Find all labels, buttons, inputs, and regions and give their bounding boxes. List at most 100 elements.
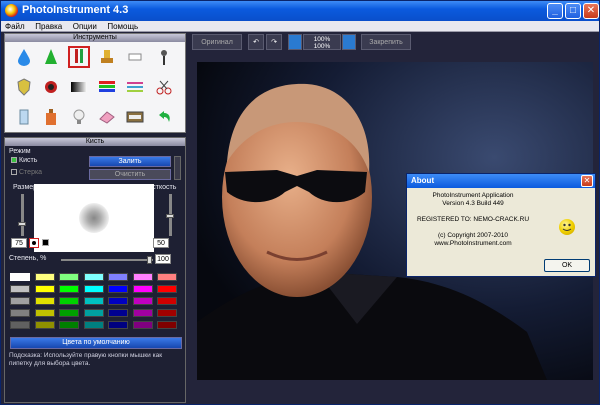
menu-file[interactable]: Файл (1, 21, 29, 32)
eraser-checkbox[interactable] (11, 169, 17, 176)
eye-icon[interactable] (40, 76, 62, 98)
stamp-icon[interactable] (96, 46, 118, 68)
color-swatch[interactable] (108, 285, 128, 293)
hardness-slider[interactable] (166, 194, 174, 236)
color-swatch[interactable] (108, 321, 128, 329)
eraser-icon[interactable] (124, 46, 146, 68)
color-swatch[interactable] (59, 321, 79, 329)
about-ok-button[interactable]: OK (544, 259, 590, 272)
color-swatch[interactable] (59, 309, 79, 317)
degree-value[interactable]: 100 (155, 254, 171, 264)
default-colors-button[interactable]: Цвета по умолчанию (10, 337, 182, 349)
fill-button[interactable]: Залить (89, 156, 171, 167)
menu-edit[interactable]: Правка (31, 21, 66, 32)
color-swatch[interactable] (108, 273, 128, 281)
gradient-icon[interactable] (68, 76, 90, 98)
brush-checkbox[interactable] (11, 157, 17, 164)
color-swatch[interactable] (83, 297, 104, 305)
tools-panel: Инструменты (4, 33, 186, 133)
color-swatch[interactable] (83, 321, 104, 329)
color-swatch[interactable] (10, 321, 30, 329)
size-value[interactable]: 75 (11, 238, 27, 248)
redo-button[interactable]: ↷ (266, 34, 282, 50)
color-swatch[interactable] (108, 297, 128, 305)
eraser-pink-icon[interactable] (96, 106, 118, 128)
undo-arrow-icon[interactable] (153, 106, 175, 128)
top-toolbar: Оригинал ↶ ↷ 100% 100% Закрепить (188, 33, 598, 51)
size-slider[interactable] (18, 194, 26, 236)
zoom-in-icon[interactable] (342, 34, 356, 50)
glass-icon[interactable] (13, 106, 35, 128)
lines-icon[interactable] (124, 76, 146, 98)
drop-icon[interactable] (13, 46, 35, 68)
color-swatch[interactable] (83, 309, 104, 317)
color-swatch[interactable] (34, 297, 55, 305)
text-box-icon[interactable] (124, 106, 146, 128)
bulb-icon[interactable] (68, 106, 90, 128)
color-swatch[interactable] (34, 309, 55, 317)
color-swatch[interactable] (157, 309, 177, 317)
black-square-icon[interactable] (42, 239, 49, 246)
menu-bar: Файл Правка Опции Помощь (1, 21, 599, 32)
hardness-value[interactable]: 50 (153, 238, 169, 248)
clear-button[interactable]: Очистить (89, 169, 171, 180)
color-swatch[interactable] (10, 309, 30, 317)
color-swatch[interactable] (132, 309, 153, 317)
color-swatch[interactable] (34, 321, 55, 329)
zoom-fit-icon[interactable] (288, 34, 302, 50)
title-bar[interactable]: PhotoInstrument 4.3 _ □ ✕ (1, 1, 599, 21)
undo-button[interactable]: ↶ (248, 34, 264, 50)
brush-tool-icon[interactable] (68, 46, 90, 68)
color-swatch[interactable] (10, 297, 30, 305)
color-swatch[interactable] (132, 321, 153, 329)
close-button[interactable]: ✕ (583, 3, 599, 19)
color-swatch[interactable] (132, 285, 153, 293)
color-swatch[interactable] (34, 285, 55, 293)
zoom-display[interactable]: 100% 100% (303, 34, 341, 50)
cone-icon[interactable] (40, 46, 62, 68)
color-swatch[interactable] (83, 285, 104, 293)
color-swatch[interactable] (59, 285, 79, 293)
bottle-icon[interactable] (40, 106, 62, 128)
brush-scrollbar[interactable] (174, 156, 181, 180)
redo-icon: ↷ (271, 39, 277, 46)
scissors-icon[interactable] (153, 76, 175, 98)
smiley-icon (559, 219, 575, 235)
size-slider-thumb[interactable] (18, 222, 26, 226)
minimize-button[interactable]: _ (547, 3, 563, 19)
hint-text: Подсказка: Используйте правую кнопки мыш… (9, 352, 163, 367)
pin-button[interactable]: Закрепить (361, 34, 411, 50)
menu-options[interactable]: Опции (69, 21, 101, 32)
color-swatch[interactable] (59, 297, 79, 305)
about-title-bar[interactable]: About ✕ (407, 174, 595, 188)
eraser-option[interactable]: Стерка (11, 169, 42, 176)
menu-help[interactable]: Помощь (103, 21, 142, 32)
color-swatch[interactable] (10, 285, 30, 293)
color-swatch[interactable] (108, 309, 128, 317)
color-swatch[interactable] (157, 321, 177, 329)
color-swatch[interactable] (132, 273, 153, 281)
color-swatch[interactable] (132, 297, 153, 305)
degree-slider-thumb[interactable] (147, 256, 152, 264)
color-swatch[interactable] (157, 297, 177, 305)
degree-slider[interactable] (61, 256, 153, 264)
original-button[interactable]: Оригинал (192, 34, 242, 50)
pin-icon[interactable] (153, 46, 175, 68)
maximize-button[interactable]: □ (565, 3, 581, 19)
color-bars-icon[interactable] (96, 76, 118, 98)
about-dialog: About ✕ PhotoInstrument Application Versi… (406, 173, 596, 277)
brush-option[interactable]: Кисть (11, 157, 37, 164)
color-swatch[interactable] (10, 273, 30, 281)
brush-preview-dot (79, 203, 109, 233)
color-swatch[interactable] (157, 285, 177, 293)
degree-label: Степень, % (9, 255, 47, 262)
about-close-button[interactable]: ✕ (581, 175, 593, 187)
color-swatch[interactable] (59, 273, 79, 281)
hard-brush-icon[interactable] (29, 238, 39, 248)
shield-icon[interactable] (13, 76, 35, 98)
color-swatch[interactable] (157, 273, 177, 281)
color-swatch[interactable] (83, 273, 104, 281)
color-swatch[interactable] (34, 273, 55, 281)
hardness-slider-thumb[interactable] (166, 214, 174, 218)
brush-panel-title: Кисть (5, 138, 185, 146)
